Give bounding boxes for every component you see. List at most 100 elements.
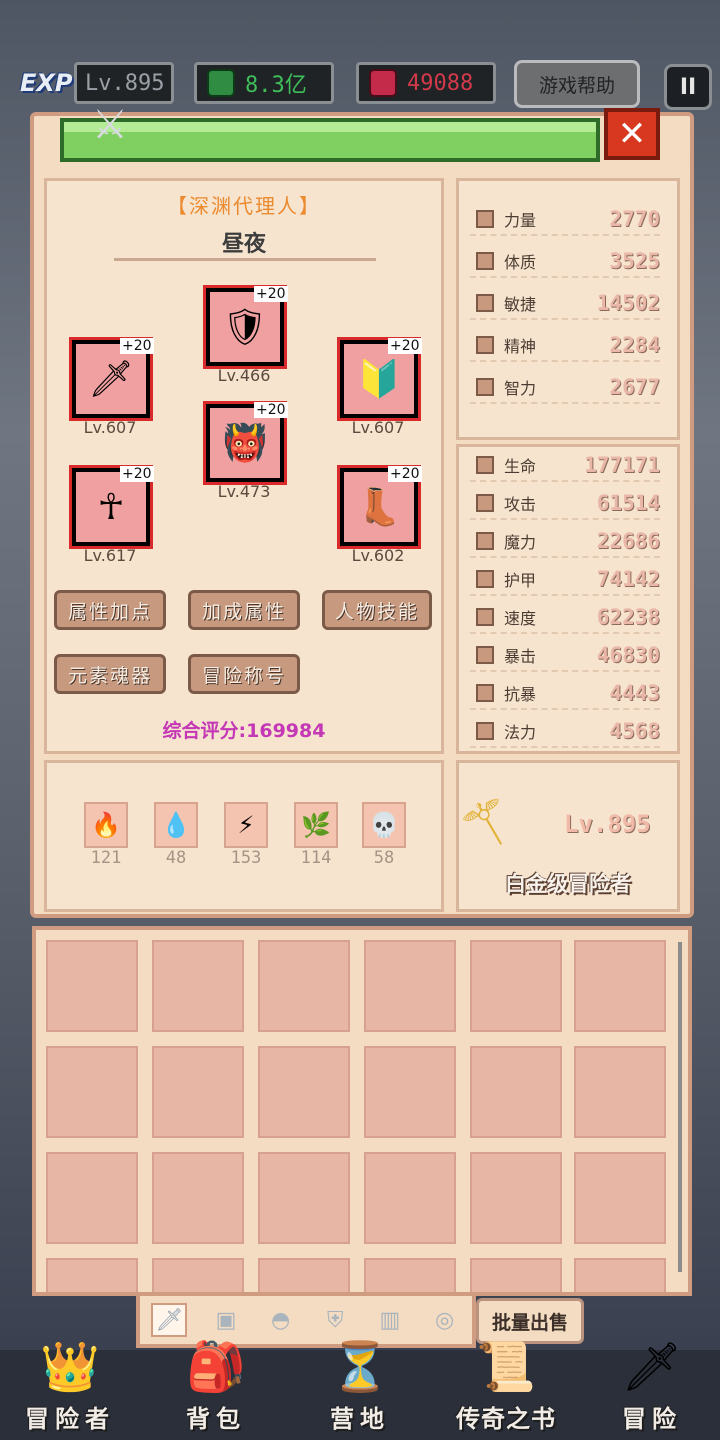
inventory-slot[interactable] [574,1046,666,1138]
help-button[interactable]: 游戏帮助 [514,60,640,108]
equip-slot-armor[interactable]: 👹 +20 Lv.473 [203,401,294,501]
book-icon: 📜 [476,1339,536,1395]
inventory-slot[interactable] [470,1046,562,1138]
stat-value: 62238 [596,605,660,629]
equip-slot-amulet[interactable]: ☥ +20 Lv.617 [69,465,160,565]
stat-label: 力量 [504,211,537,230]
inventory-grid [32,926,692,1296]
enhance-level: +20 [254,286,288,302]
crit-resist-icon [476,684,494,702]
rank-level: Lv.895 [564,810,651,838]
inventory-slot[interactable] [46,1258,138,1292]
stat-label: 速度 [504,609,537,628]
equip-level: Lv.607 [83,418,137,437]
nav-label: 传奇之书 [456,1405,556,1433]
equip-slot-weapon[interactable]: 🗡 +20 Lv.607 [69,337,160,437]
inventory-slot[interactable] [574,1152,666,1244]
stat-value: 2770 [609,207,660,231]
stat-value: 61514 [596,491,660,515]
player-level: Lv.895 [85,70,165,96]
character-name: 昼夜 [221,232,266,257]
character-skills-button[interactable]: 人物技能 [322,590,432,630]
close-button[interactable]: ✕ [604,108,660,160]
gem-box: 49088 [356,62,496,104]
ruby-icon [369,69,397,97]
inventory-slot[interactable] [152,940,244,1032]
inventory-scrollbar[interactable] [678,942,682,1272]
equip-slot-helmet[interactable]: 🛡 +20 Lv.466 [203,285,294,385]
crown-icon: 👑 [40,1339,100,1395]
inventory-slot[interactable] [364,940,456,1032]
hourglass-icon: ⏳ [330,1339,390,1395]
enhance-level: +20 [388,338,422,354]
stat-value: 2284 [609,333,660,357]
inventory-slot[interactable] [470,1258,562,1292]
element-dark: 💀 58 [362,802,406,868]
stat-mana: 法力 4568 [470,716,660,748]
nav-adventurer[interactable]: 👑 冒险者 [10,1326,130,1440]
stat-label: 攻击 [504,495,537,514]
nav-legend-book[interactable]: 📜 传奇之书 [446,1326,566,1440]
element-value: 48 [165,848,187,868]
stat-value: 22686 [596,529,660,553]
boot-icon [476,294,494,312]
stat-crit-resist: 抗暴 4443 [470,678,660,710]
water-drop-icon: 💧 [154,802,198,848]
inventory-slot[interactable] [46,1046,138,1138]
adventure-title-button[interactable]: 冒险称号 [188,654,300,694]
stat-spirit: 精神 2284 [470,330,660,362]
nav-adventure[interactable]: 🗡 冒险 [592,1326,712,1440]
inventory-slot[interactable] [152,1258,244,1292]
stat-label: 智力 [504,379,537,398]
attribute-points-button[interactable]: 属性加点 [54,590,166,630]
nav-camp[interactable]: ⏳ 营地 [300,1326,420,1440]
element-fire: 🔥 121 [84,802,128,868]
equip-level: Lv.607 [351,418,405,437]
nav-label: 背包 [186,1405,246,1433]
bonus-attributes-button[interactable]: 加成属性 [188,590,300,630]
equip-slot-boots[interactable]: 👢 +20 Lv.602 [337,465,428,565]
gold-box: 8.3亿 [194,62,334,104]
equip-slot-shield[interactable]: 🔰 +20 Lv.607 [337,337,428,437]
inventory-slot[interactable] [258,1258,350,1292]
heart-icon [476,456,494,474]
stat-crit: 暴击 46830 [470,640,660,672]
inventory-slot[interactable] [364,1046,456,1138]
equip-level: Lv.602 [351,546,405,565]
skull-icon: 💀 [362,802,406,848]
element-value: 114 [300,848,332,868]
inventory-slot[interactable] [258,1046,350,1138]
gold-amount: 8.3亿 [245,73,307,98]
nav-backpack[interactable]: 🎒 背包 [156,1326,276,1440]
inventory-slot[interactable] [152,1152,244,1244]
exp-logo: EXP [20,69,73,97]
brain-icon [476,378,494,396]
stat-value: 46830 [596,643,660,667]
nav-label: 营地 [330,1405,390,1433]
inventory-slot[interactable] [470,1152,562,1244]
stat-label: 敏捷 [504,295,537,314]
element-value: 58 [373,848,395,868]
inventory-slot[interactable] [574,940,666,1032]
inventory-slot[interactable] [46,1152,138,1244]
wand-icon [476,532,494,550]
backpack-icon: 🎒 [186,1339,246,1395]
element-soul-button[interactable]: 元素魂器 [54,654,166,694]
emerald-icon [207,69,235,97]
inventory-slot[interactable] [364,1258,456,1292]
pause-button[interactable]: II [664,64,712,110]
stat-strength: 力量 2770 [470,204,660,236]
boot-icon [476,608,494,626]
inventory-slot[interactable] [152,1046,244,1138]
inventory-slot[interactable] [470,940,562,1032]
inventory-slot[interactable] [258,940,350,1032]
overall-score: 综合评分:169984 [44,716,444,743]
inventory-slot[interactable] [574,1258,666,1292]
heart-icon [476,252,494,270]
nav-label: 冒险者 [25,1405,115,1433]
inventory-slot[interactable] [364,1152,456,1244]
strength-icon [476,210,494,228]
inventory-slot[interactable] [258,1152,350,1244]
stat-attack: 攻击 61514 [470,488,660,520]
inventory-slot[interactable] [46,940,138,1032]
